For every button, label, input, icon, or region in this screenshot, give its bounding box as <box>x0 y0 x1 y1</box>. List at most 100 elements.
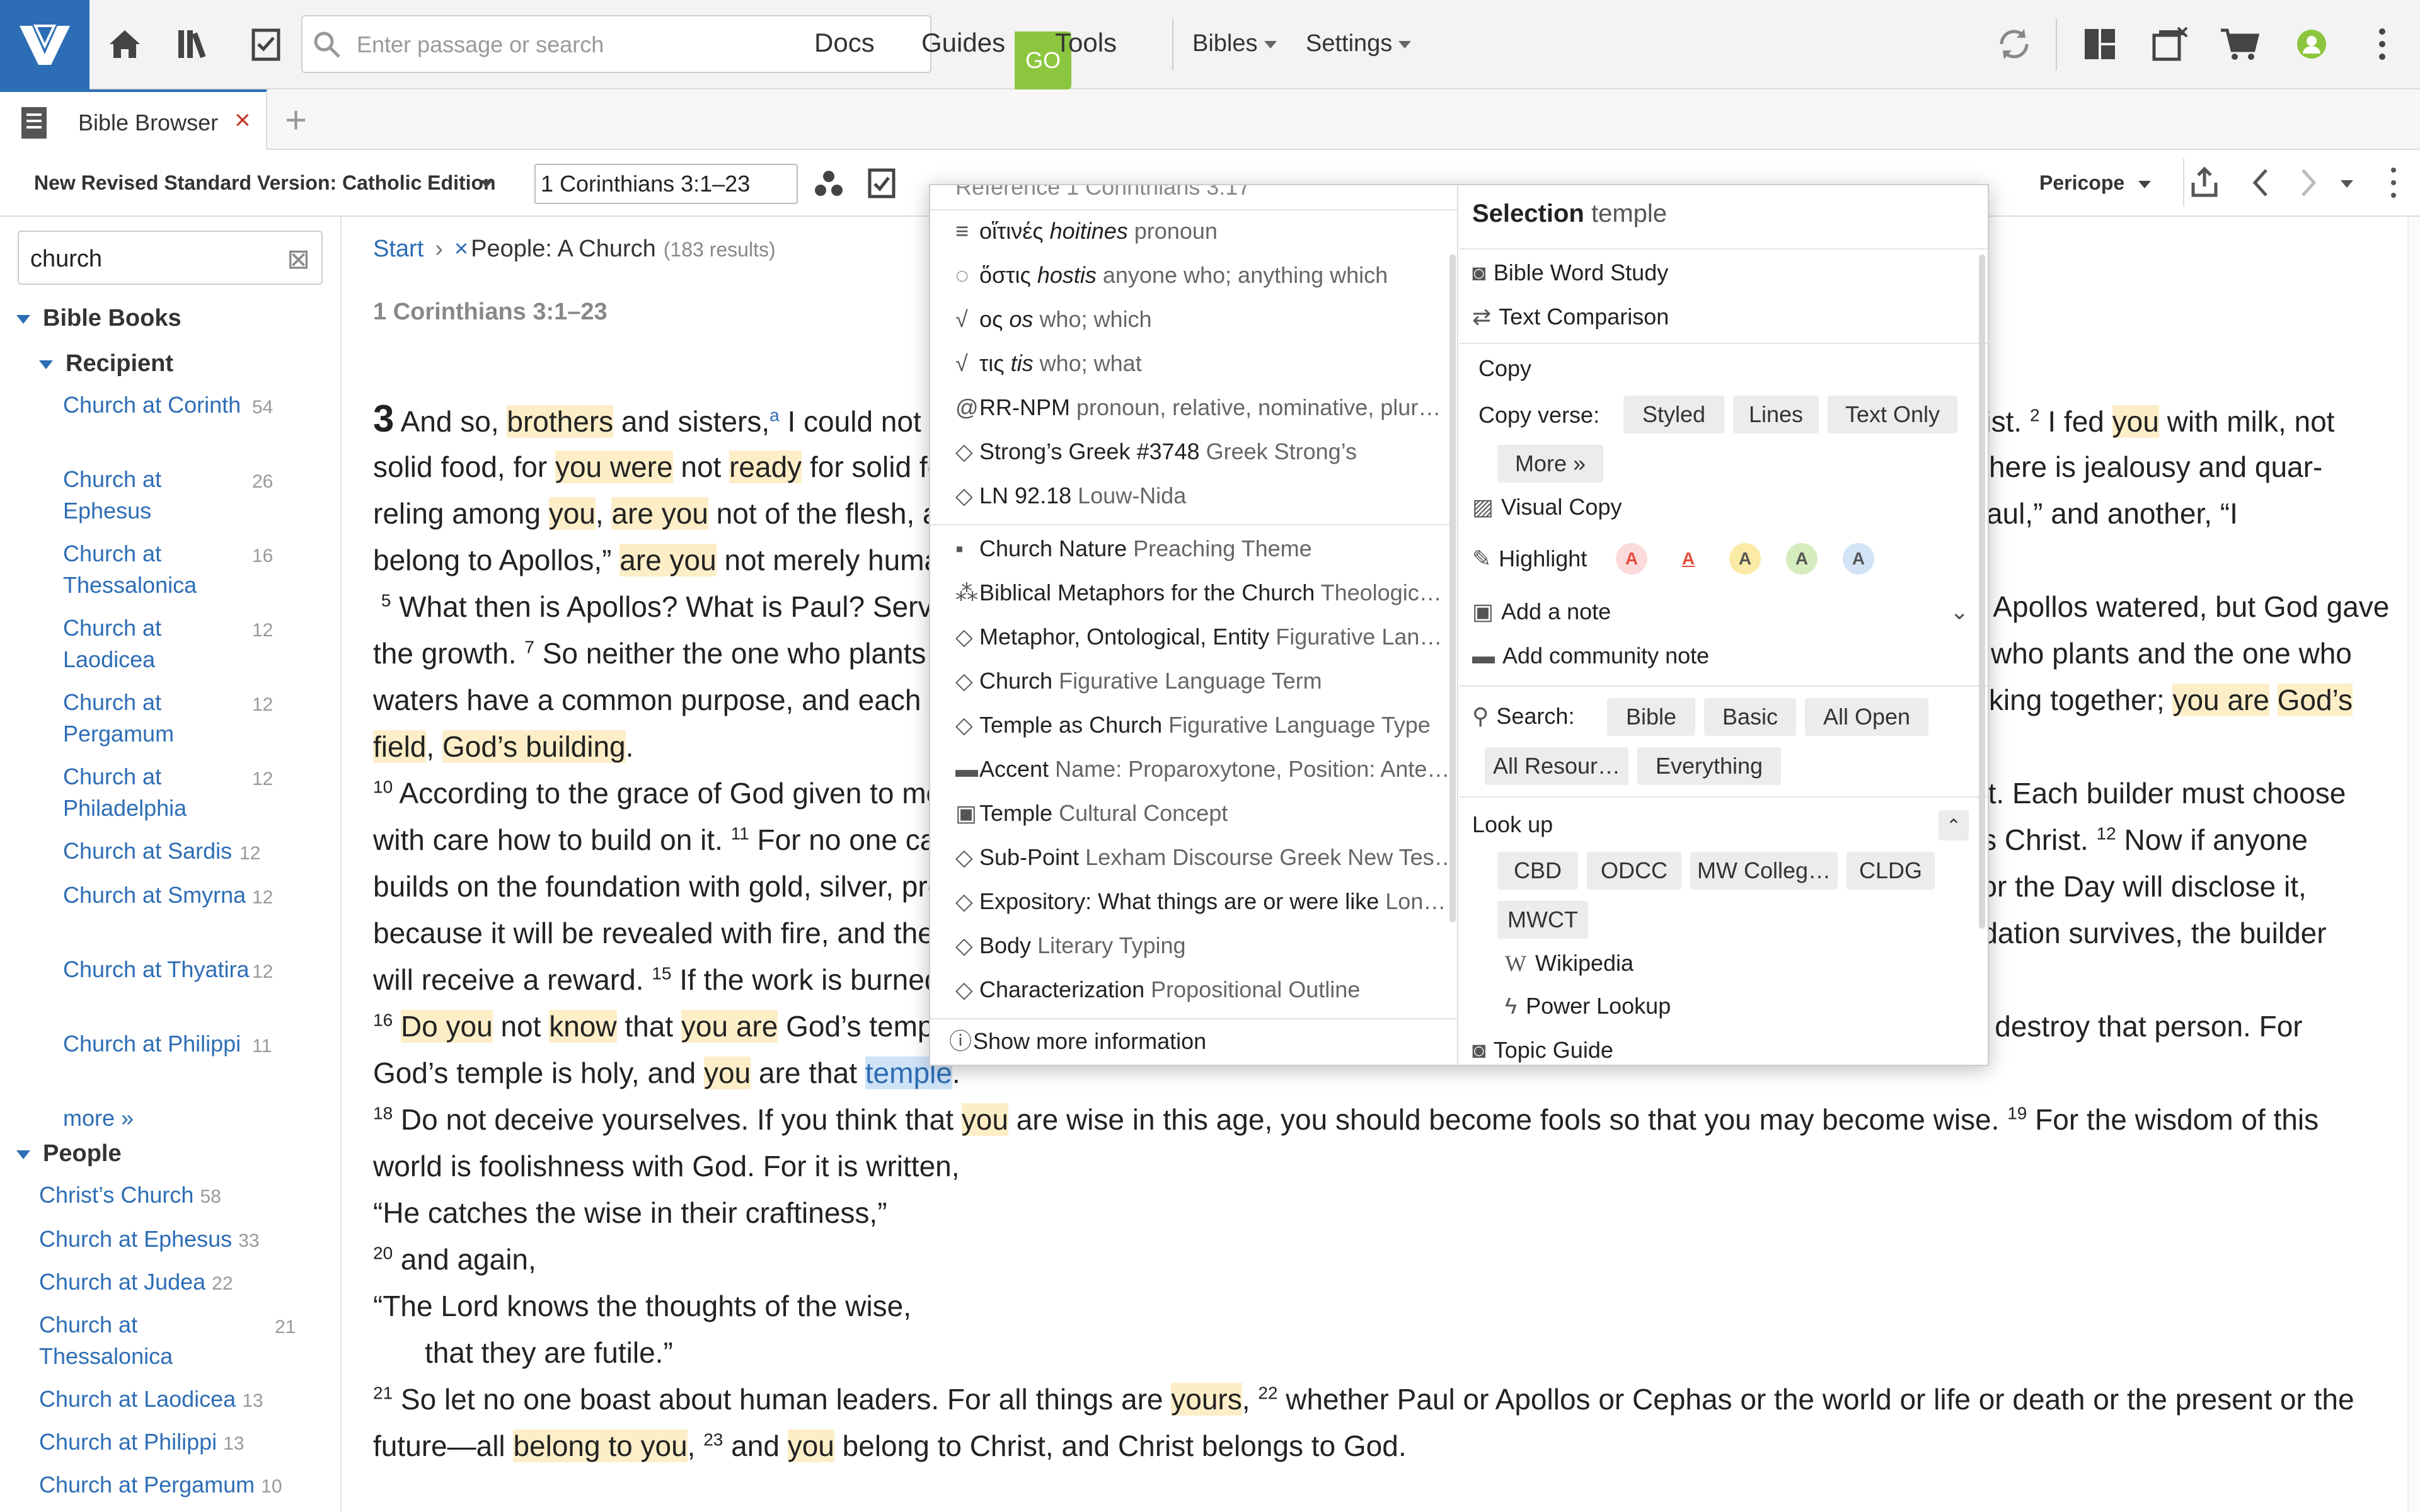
lookup-cldg-button[interactable]: CLDG <box>1847 852 1935 890</box>
visual-copy-link[interactable]: ▨ Visual Copy <box>1472 491 1622 523</box>
highlight-red-underline-swatch[interactable]: A <box>1673 543 1704 575</box>
chevron-up-icon[interactable]: ⌃ <box>1939 810 1969 840</box>
sidebar-item-person[interactable]: Christ’s Church 58 <box>39 1179 221 1213</box>
visual-filter-icon[interactable] <box>813 169 844 201</box>
nav-tools[interactable]: Tools <box>1055 28 1117 58</box>
search-all-resources-button[interactable]: All Resour… <box>1485 747 1628 785</box>
tab-bible-browser[interactable]: Bible Browser × <box>0 89 267 150</box>
popup-info-item[interactable]: ▾≡οἵτινές hoitines pronoun <box>955 215 1447 247</box>
sidebar-item-recipient[interactable]: Church at Pergamum <box>63 687 252 750</box>
history-chevron-down-icon[interactable] <box>2341 180 2353 188</box>
library-icon[interactable] <box>170 19 221 69</box>
settings-menu[interactable]: Settings <box>1306 30 1412 57</box>
popup-info-item[interactable]: ▸◇Sub-Point Lexham Discourse Greek New T… <box>955 842 1447 873</box>
close-tab-icon[interactable]: × <box>234 105 251 136</box>
show-more-information[interactable]: ⓘShow more information <box>949 1026 1441 1057</box>
highlight-blue-swatch[interactable]: A <box>1843 543 1874 575</box>
popup-info-item[interactable]: ◇ Temple as Church Figurative Language Ty… <box>955 709 1447 741</box>
sidebar-item-person[interactable]: Church at Laodicea 13 <box>39 1383 263 1417</box>
popup-info-item[interactable]: ▸◇Church Figurative Language Term <box>955 665 1447 697</box>
lookup-mwct-button[interactable]: MWCT <box>1497 901 1588 939</box>
panel-menu-icon[interactable] <box>2387 165 2400 203</box>
bible-books-header[interactable]: Bible Books <box>16 305 182 332</box>
forward-icon[interactable] <box>2295 165 2320 203</box>
sidebar-item-recipient[interactable]: Church at Thessalonica <box>63 538 252 601</box>
people-header[interactable]: People <box>16 1140 122 1167</box>
sidebar-item-recipient[interactable]: Church at Ephesus <box>63 464 252 527</box>
popup-info-item[interactable]: @RR-NPM pronoun, relative, nominative, p… <box>955 392 1447 423</box>
popup-info-item[interactable]: ▸⁂Biblical Metaphors for the Church Theo… <box>955 577 1447 609</box>
popup-info-item[interactable]: ◇ LN 92.18 Louw-Nida <box>955 480 1447 512</box>
scrollbar[interactable] <box>1449 255 1456 922</box>
sidebar-item-recipient[interactable]: Church at Laodicea <box>63 612 252 675</box>
highlight-green-swatch[interactable]: A <box>1786 543 1818 575</box>
popup-info-item[interactable]: ▸▬Accent Name: Proparoxytone, Position: … <box>955 753 1447 785</box>
topic-guide-link[interactable]: ◙ Topic Guide <box>1472 1034 1613 1065</box>
search-everything-button[interactable]: Everything <box>1637 747 1781 785</box>
copy-text-only-button[interactable]: Text Only <box>1828 396 1957 433</box>
bibles-menu[interactable]: Bibles <box>1192 30 1277 57</box>
highlight-red-swatch[interactable]: A <box>1616 543 1647 575</box>
sidebar-item-person[interactable]: Church at Thessalonica <box>39 1309 241 1372</box>
popup-info-item[interactable]: ◇ Metaphor, Ontological, Entity Figurativ… <box>955 621 1447 653</box>
clear-search-icon[interactable]: ⊠ <box>287 243 310 275</box>
popup-info-item[interactable]: ◇ Expository: What things are or were lik… <box>955 886 1447 917</box>
copy-more-button[interactable]: More » <box>1497 445 1603 483</box>
chevron-down-icon[interactable] <box>480 180 493 188</box>
sidebar-item-person[interactable]: Church at Philippi 13 <box>39 1426 245 1460</box>
checklist-icon[interactable] <box>867 168 896 202</box>
remove-filter-icon[interactable]: × <box>454 236 468 262</box>
highlight-yellow-swatch[interactable]: A <box>1729 543 1761 575</box>
sidebar-search-input[interactable] <box>30 241 282 277</box>
add-note-link[interactable]: ▣ Add a note <box>1472 596 1611 627</box>
popup-info-item[interactable]: √ ος os who; which <box>955 304 1447 335</box>
sidebar-item-recipient[interactable]: Church at Sardis <box>63 835 232 867</box>
popup-info-item[interactable]: √ τις tis who; what <box>955 348 1447 379</box>
close-panels-icon[interactable] <box>2145 19 2196 69</box>
copy-lines-button[interactable]: Lines <box>1733 396 1819 433</box>
scrollbar[interactable] <box>1979 255 1985 929</box>
passage-search-input[interactable] <box>357 25 861 64</box>
popup-info-item[interactable]: ◇ Strong’s Greek #3748 Greek Strong’s <box>955 436 1447 467</box>
back-icon[interactable] <box>2249 165 2274 203</box>
cart-icon[interactable] <box>2215 19 2265 69</box>
sidebar-item-person[interactable]: Church at Pergamum 10 <box>39 1469 282 1503</box>
more-link[interactable]: more » <box>63 1102 134 1134</box>
add-tab-icon[interactable]: + <box>285 98 307 142</box>
sidebar-item-recipient[interactable]: Church at Thyatira <box>63 954 252 985</box>
more-vertical-icon[interactable] <box>2357 19 2407 69</box>
popup-info-item[interactable]: ◇ Characterization Propositional Outline <box>955 974 1447 1005</box>
bible-version-selector[interactable]: New Revised Standard Version: Catholic E… <box>34 171 496 195</box>
text-comparison-link[interactable]: ⇄ Text Comparison <box>1472 301 1669 333</box>
nav-guides[interactable]: Guides <box>921 28 1005 58</box>
copy-styled-button[interactable]: Styled <box>1623 396 1724 433</box>
search-bible-button[interactable]: Bible <box>1607 698 1695 736</box>
lookup-cbd-button[interactable]: CBD <box>1497 852 1578 890</box>
sidebar-item-recipient[interactable]: Church at Corinth <box>63 389 252 421</box>
sidebar-item-person[interactable]: Church at Judea 22 <box>39 1266 233 1300</box>
recipient-header[interactable]: Recipient <box>39 350 173 377</box>
reference-box[interactable] <box>534 164 798 204</box>
view-mode-selector[interactable]: Pericope <box>2039 171 2152 195</box>
lookup-odcc-button[interactable]: ODCC <box>1587 852 1681 890</box>
add-community-note-link[interactable]: ▬ Add community note <box>1472 640 1709 672</box>
account-icon[interactable] <box>2286 19 2337 69</box>
popup-info-item[interactable]: ▸◇Body Literary Typing <box>955 930 1447 961</box>
reference-input[interactable] <box>536 165 797 203</box>
sync-icon[interactable] <box>1989 19 2039 69</box>
sidebar-item-recipient[interactable]: Church at Philadelphia <box>63 761 252 824</box>
main-scrollbar[interactable] <box>2407 217 2420 1512</box>
logos-logo-icon[interactable] <box>0 0 89 89</box>
popup-info-item[interactable]: ◌ ὅστις hostis anyone who; anything which <box>955 260 1447 291</box>
layouts-icon[interactable] <box>2075 19 2125 69</box>
share-icon[interactable] <box>2187 165 2222 203</box>
reading-plan-icon[interactable] <box>241 19 291 69</box>
power-lookup-link[interactable]: ϟ Power Lookup <box>1505 990 1671 1022</box>
nav-docs[interactable]: Docs <box>814 28 875 58</box>
home-icon[interactable] <box>100 19 150 69</box>
sidebar-item-recipient[interactable]: Church at Smyrna <box>63 879 252 911</box>
search-all-open-button[interactable]: All Open <box>1805 698 1928 736</box>
bible-word-study-link[interactable]: ◙ Bible Word Study <box>1472 257 1668 289</box>
sidebar-item-person[interactable]: Church at Ephesus 33 <box>39 1223 260 1257</box>
chevron-down-icon[interactable]: ⌄ <box>1950 596 1969 627</box>
